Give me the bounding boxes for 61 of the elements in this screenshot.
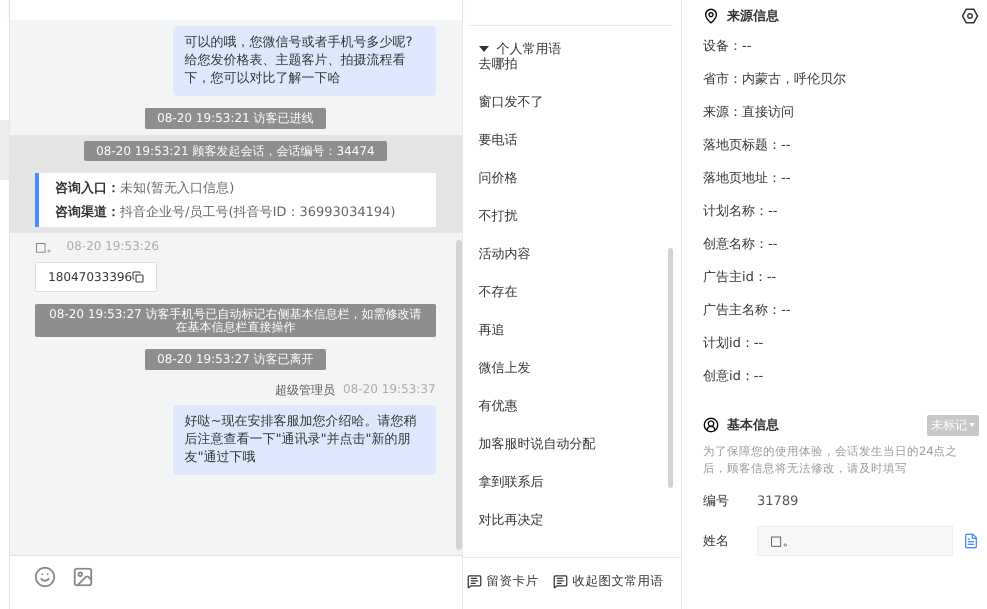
message-icon bbox=[466, 574, 482, 588]
source-field: 设备：-- bbox=[703, 30, 979, 63]
info-label: 咨询渠道： bbox=[55, 204, 120, 222]
message-time: 08-20 19:53:37 bbox=[343, 382, 436, 398]
phrase-item[interactable]: 加客服时说自动分配 bbox=[478, 436, 665, 474]
phrase-action[interactable]: 留资卡片 bbox=[466, 572, 539, 590]
notice-text: 为了保障您的使用体验，会话发生当日的24点之后，顾客信息将无法修改，请及时填写 bbox=[703, 443, 959, 477]
system-notice: 08-20 19:53:21 顾客发起会话，会话编号：34474 bbox=[84, 140, 387, 162]
caret-icon bbox=[478, 46, 489, 52]
sender-name: □。 bbox=[35, 239, 58, 256]
info-value: 抖音企业号/员工号(抖音号ID：36993034194) bbox=[120, 204, 396, 222]
section-title: 来源信息 bbox=[727, 8, 780, 25]
phone-number-message: 18047033396 bbox=[35, 262, 158, 292]
source-field: 创意id：-- bbox=[703, 360, 979, 393]
scrollbar[interactable] bbox=[668, 248, 673, 488]
system-notice: 08-20 19:53:27 访客已离开 bbox=[145, 349, 326, 370]
phrase-item[interactable]: 对比再决定 bbox=[478, 512, 665, 550]
field-label: 姓名 bbox=[703, 533, 730, 550]
name-input[interactable]: □。 bbox=[757, 526, 953, 556]
source-field: 来源：直接访问 bbox=[703, 96, 979, 129]
phrase-item[interactable]: 去哪拍 bbox=[478, 56, 665, 94]
location-icon bbox=[703, 8, 719, 24]
field-value: 31789 bbox=[757, 494, 798, 508]
image-icon[interactable] bbox=[72, 566, 94, 588]
document-icon[interactable] bbox=[963, 533, 979, 549]
system-notice: 08-20 19:53:21 访客已进线 bbox=[145, 108, 326, 129]
phrase-item[interactable]: 拿到联系后 bbox=[478, 474, 665, 512]
source-field: 计划名称：-- bbox=[703, 195, 979, 228]
user-icon bbox=[703, 417, 719, 433]
message-bubble: 可以的哦，您微信号或者手机号多少呢?给您发价格表、主题客片、拍摄流程看下，您可以对比了解一下哈 bbox=[172, 26, 436, 96]
phrase-item[interactable]: 活动内容 bbox=[478, 246, 665, 284]
phrase-group-header[interactable]: 个人常用语 bbox=[478, 42, 665, 56]
info-value: 未知(暂无入口信息) bbox=[120, 180, 234, 198]
sender-name: 超级管理员 bbox=[275, 382, 336, 399]
group-title: 个人常用语 bbox=[496, 41, 562, 58]
phrase-action[interactable]: 收起图文常用语 bbox=[552, 572, 664, 590]
info-label: 咨询入口： bbox=[55, 180, 120, 198]
source-field: 落地页地址：-- bbox=[703, 162, 979, 195]
source-field: 创意名称：-- bbox=[703, 228, 979, 261]
section-title: 基本信息 bbox=[727, 417, 780, 434]
system-notice: 08-20 19:53:27 访客手机号已自动标记右侧基本信息栏，如需修改请在基本信息栏直接操作 bbox=[35, 304, 436, 338]
copy-icon[interactable] bbox=[132, 271, 144, 284]
emoji-icon[interactable] bbox=[34, 566, 56, 588]
phrase-item[interactable]: 微信上发 bbox=[478, 360, 665, 398]
source-field: 落地页标题：-- bbox=[703, 129, 979, 162]
source-field: 省市：内蒙古，呼伦贝尔 bbox=[703, 63, 979, 96]
phrase-item[interactable]: 再追 bbox=[478, 322, 665, 360]
phrase-item[interactable]: 问价格 bbox=[478, 170, 665, 208]
source-field: 广告主名称：-- bbox=[703, 294, 979, 327]
field-label: 编号 bbox=[703, 493, 730, 510]
phrase-item[interactable]: 要电话 bbox=[478, 132, 665, 170]
message-icon bbox=[552, 574, 568, 588]
phrase-item[interactable]: 有优惠 bbox=[478, 398, 665, 436]
message-bubble: 好哒~现在安排客服加您介绍哈。请您稍后注意查看一下"通讯录"并点击"新的朋友"通过下哦 bbox=[172, 404, 436, 475]
phrase-item[interactable]: 不存在 bbox=[478, 284, 665, 322]
phrase-item[interactable]: 窗口发不了 bbox=[478, 94, 665, 132]
source-field: 计划id：-- bbox=[703, 327, 979, 360]
settings-icon[interactable] bbox=[961, 7, 979, 25]
message-time: 08-20 19:53:26 bbox=[66, 239, 160, 256]
source-field: 广告主id：-- bbox=[703, 261, 979, 294]
phrase-item[interactable]: 不打扰 bbox=[478, 208, 665, 246]
